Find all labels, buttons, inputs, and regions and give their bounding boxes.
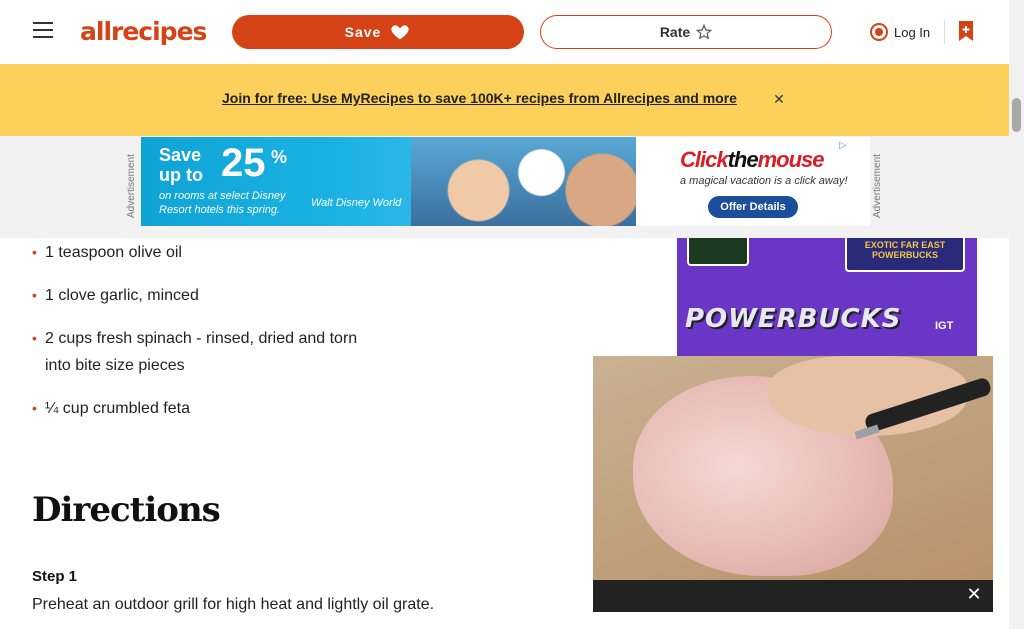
scroll-thumb[interactable] [1012,98,1021,132]
login-label: Log In [894,24,931,40]
video-frame [593,356,993,580]
ingredient-text: 1 teaspoon olive oil [45,244,182,261]
bullet-icon: • [32,330,37,346]
star-icon [696,24,713,40]
ad-headline: POWERBUCKS [685,304,902,334]
login-link[interactable]: Log In [870,20,932,44]
save-label: Save [344,24,382,40]
offer-details-button[interactable]: Offer Details [708,196,798,218]
ad-label-left: Advertisement [126,154,137,218]
ad-label-right: Advertisement [872,154,883,218]
ad-sponsor: Walt Disney World [311,197,402,209]
video-player[interactable] [593,356,993,612]
scrollbar[interactable] [1009,0,1024,629]
heart-icon [390,23,411,42]
save-button[interactable]: Save [232,15,524,49]
ad-brand: Clickthemouse [680,147,825,172]
ingredient-text: 1 clove garlic, minced [45,287,199,304]
powerbucks-ad[interactable]: EXOTIC FAR EAST POWERBUCKS POWERBUCKS IGT [677,238,977,356]
adchoices-icon[interactable]: ▷ [839,140,853,152]
close-icon[interactable]: ✕ [962,582,986,606]
directions-heading: Directions [32,490,221,530]
clickthemouse-ad[interactable]: ▷ Clickthemouse a magical vacation is a … [636,137,870,226]
header-divider [944,20,945,44]
step-title: Step 1 [32,568,78,585]
user-icon [870,23,888,41]
ad-percent-sign: % [271,147,288,167]
promo-link[interactable]: Join for free: Use MyRecipes to save 100… [222,90,756,106]
ad-body: on rooms at select Disney Resort hotels t… [159,190,286,216]
step-text: Preheat an outdoor grill for high heat a… [32,596,435,613]
ingredient-text: 2 cups fresh spinach - rinsed, dried and… [45,330,358,374]
ad-game-tile [687,238,749,266]
close-icon[interactable]: ✕ [770,91,788,109]
bullet-icon: • [32,244,37,260]
rate-label: Rate [659,24,691,40]
site-logo[interactable]: allrecipes [80,14,208,48]
ad-photo [411,137,636,226]
ad-tagline: a magical vacation is a click away! [680,175,848,187]
rate-button[interactable]: Rate [540,15,832,49]
bookmark-icon[interactable] [957,20,975,42]
ingredient-text: ¼ cup crumbled feta [45,400,190,417]
ad-game-tile: EXOTIC FAR EAST POWERBUCKS [845,238,965,272]
disney-ad[interactable]: Save up to 25 % on rooms at select Disney… [141,137,636,226]
ad-percent: 25 [221,141,266,185]
logo-text: allrecipes [80,16,207,46]
menu-icon[interactable] [33,22,53,40]
bullet-icon: • [32,400,37,416]
ad-brand: IGT [935,320,954,332]
ad-headline: Save up to [159,145,203,185]
bullet-icon: • [32,287,37,303]
site-header: allrecipes Save Rate Log In [0,0,1009,64]
